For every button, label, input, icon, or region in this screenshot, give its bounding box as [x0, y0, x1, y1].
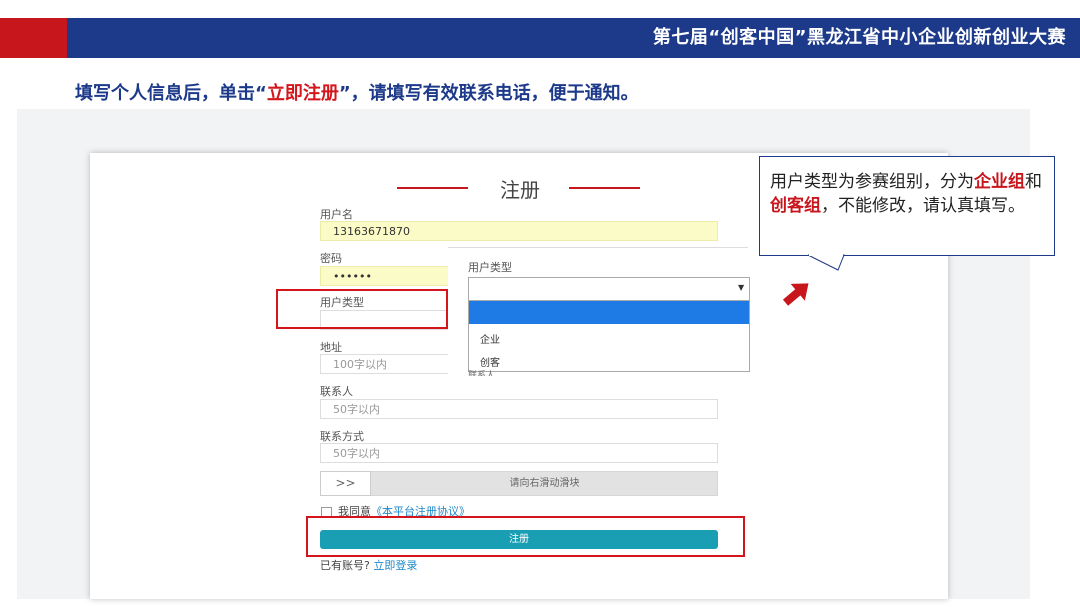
- usertype-dropdown[interactable]: [468, 277, 750, 301]
- username-input[interactable]: 13163671870: [320, 221, 718, 241]
- phone-label: 联系方式: [320, 430, 364, 443]
- dropdown-separator: [448, 247, 748, 248]
- password-input[interactable]: ••••••: [320, 266, 450, 286]
- header-red-block: [0, 18, 67, 58]
- partial-contact-label: 联系人: [468, 371, 496, 376]
- callout-pointer: [807, 254, 845, 271]
- username-label: 用户名: [320, 208, 353, 221]
- contact-input[interactable]: 50字以内: [320, 399, 718, 419]
- header-title: 第七届“创客中国”黑龙江省中小企业创新创业大赛: [652, 27, 1066, 48]
- title-divider-left: [397, 187, 468, 189]
- callout-note: 用户类型为参赛组别，分为企业组和创客组，不能修改，请认真填写。: [759, 156, 1055, 256]
- instruction-highlight: 立即注册: [266, 83, 339, 104]
- title-divider-right: [569, 187, 640, 189]
- login-prompt: 已有账号? 立即登录: [320, 559, 418, 572]
- slider-handle[interactable]: >>: [320, 471, 371, 496]
- arrow-icon: [782, 283, 809, 306]
- slider-hint: 请向右滑动滑块: [509, 478, 580, 489]
- register-highlight-box: [306, 516, 745, 557]
- chevron-down-icon: ▼: [738, 283, 745, 292]
- contact-label: 联系人: [320, 385, 353, 398]
- phone-input[interactable]: 50字以内: [320, 443, 718, 463]
- register-title: 注册: [500, 178, 540, 202]
- usertype-highlight-box: [276, 289, 448, 329]
- dropdown-option-maker[interactable]: 创客: [480, 354, 500, 369]
- instruction-text: 填写个人信息后，单击“立即注册”，请填写有效联系电话，便于通知。: [75, 83, 639, 104]
- dropdown-label: 用户类型: [468, 261, 512, 274]
- address-label: 地址: [320, 341, 342, 354]
- dropdown-option-empty[interactable]: [469, 301, 749, 324]
- password-label: 密码: [320, 252, 342, 265]
- dropdown-option-enterprise[interactable]: 企业: [480, 331, 500, 346]
- address-input[interactable]: 100字以内: [320, 354, 450, 374]
- login-link[interactable]: 立即登录: [373, 559, 417, 572]
